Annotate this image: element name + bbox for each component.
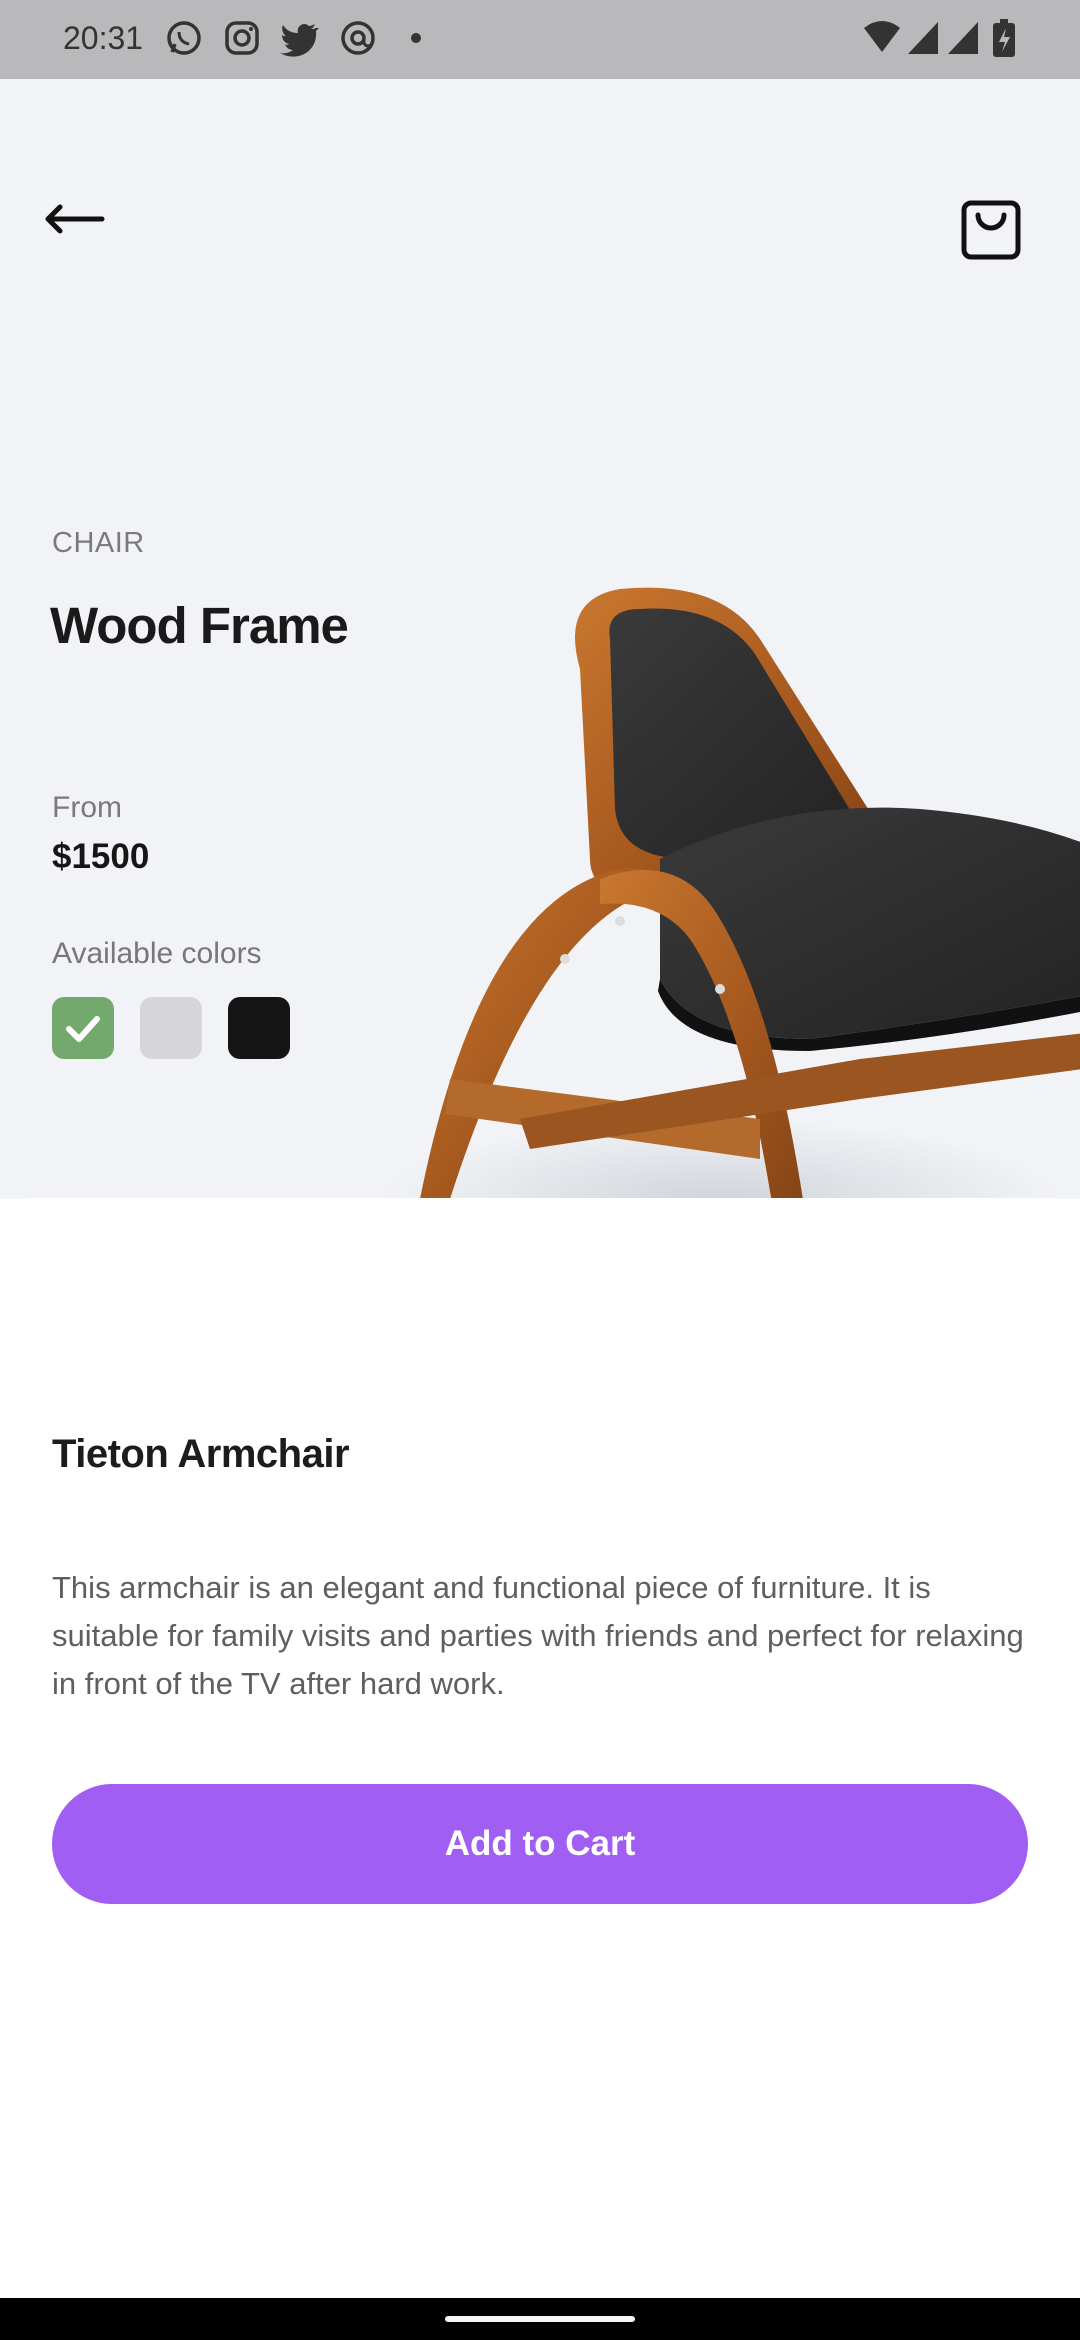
at-sign-icon [341, 21, 375, 55]
product-name: Tieton Armchair [52, 1432, 350, 1476]
product-description: This armchair is an elegant and function… [52, 1570, 1024, 1701]
color-swatch-light-grey[interactable] [140, 997, 202, 1059]
price-label: From [52, 791, 122, 824]
wifi-icon [864, 21, 900, 52]
instagram-icon [225, 21, 259, 55]
dot-icon [411, 33, 421, 43]
add-to-cart-button[interactable]: Add to Cart [52, 1784, 1028, 1904]
back-arrow-icon[interactable] [40, 199, 110, 239]
available-colors-label: Available colors [52, 937, 262, 970]
chair-image [380, 587, 1080, 1199]
checkmark-icon [66, 1016, 100, 1042]
product-title: Wood Frame [50, 597, 349, 654]
signal-icon [908, 22, 938, 54]
product-details-sheet [0, 1198, 1080, 2298]
battery-charging-icon [993, 19, 1015, 57]
shopping-bag-icon[interactable] [956, 195, 1026, 265]
status-time: 20:31 [63, 20, 144, 56]
product-category: CHAIR [52, 527, 145, 559]
status-bar: 20:31 [0, 0, 1080, 79]
navigation-bar [0, 2298, 1080, 2340]
signal-icon [948, 22, 978, 54]
whatsapp-icon [167, 21, 201, 55]
price-value: $1500 [52, 837, 150, 876]
color-swatch-black[interactable] [228, 997, 290, 1059]
home-gesture-handle[interactable] [445, 2316, 635, 2322]
product-hero: CHAIR Wood Frame From $1500 Available co… [0, 79, 1080, 1199]
twitter-icon [280, 23, 319, 57]
color-swatch-green[interactable] [52, 997, 114, 1059]
